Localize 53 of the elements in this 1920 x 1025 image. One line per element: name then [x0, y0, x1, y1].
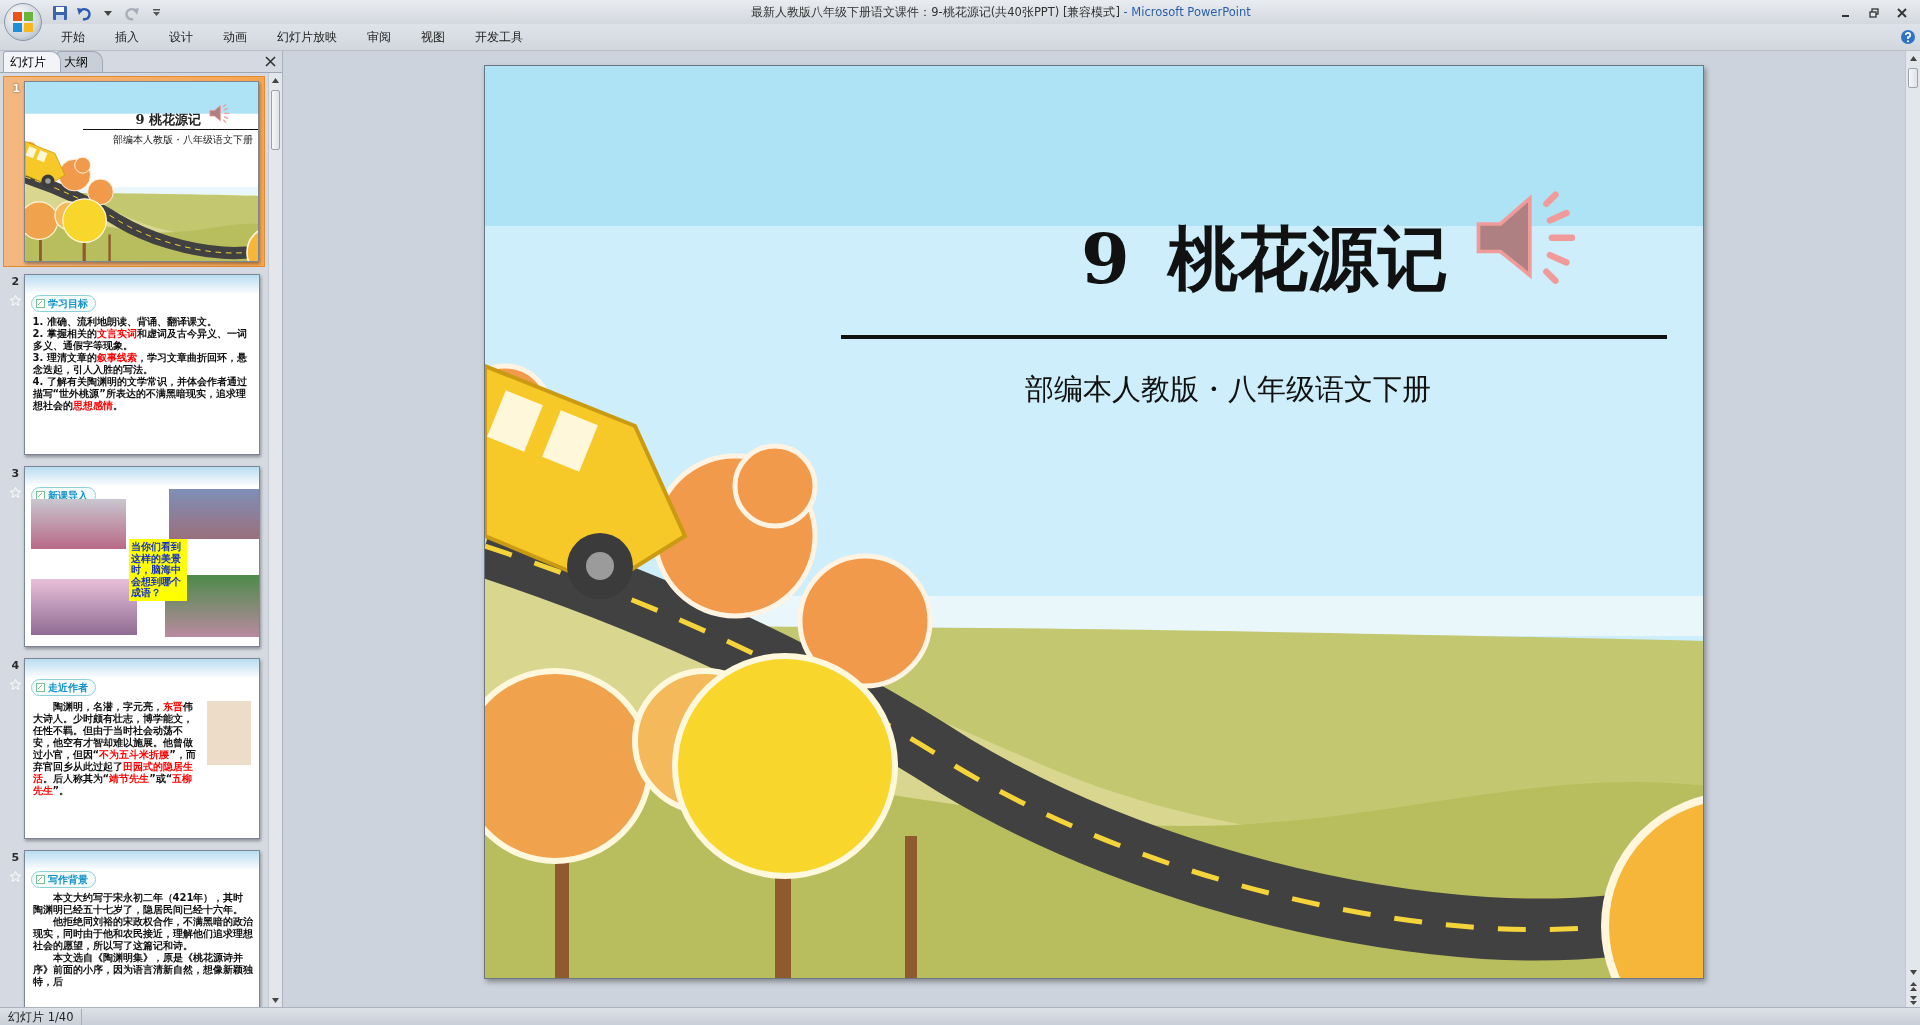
ribbon-tab[interactable]: 动画 — [214, 26, 256, 48]
scroll-down-arrow-icon[interactable] — [272, 997, 279, 1003]
objective-text: 2. 掌握相关的文言实词和虚词及古今异义、一词多义、通假字等现象。 — [32, 328, 248, 352]
ribbon-tab[interactable]: 审阅 — [358, 26, 400, 48]
status-bar-text: 幻灯片 1/40 — [0, 1008, 83, 1025]
thumbnail-scrollbar[interactable] — [268, 73, 282, 1007]
pane-tab[interactable]: 大纲 — [57, 51, 103, 72]
slide-title: 9 桃花源记 — [1080, 216, 1448, 302]
slide-heading: 走近作者 — [30, 679, 96, 696]
vertical-scrollbar[interactable] — [1905, 51, 1920, 1007]
slide-heading: 学习目标 — [30, 295, 96, 312]
scroll-up-arrow-icon[interactable] — [1909, 55, 1917, 61]
objective-text: 3. 理清文章的叙事线索，学习文章曲折回环，悬念迭起，引人入胜的写法。 — [32, 352, 248, 376]
slide-number: 5 — [11, 850, 20, 866]
slide-number: 3 — [11, 466, 20, 482]
author-text: 陶渊明，名潜，字元亮，东晋伟大诗人。少时颇有壮志，博学能文，任性不羁。但由于当时社会动荡不安，他空有才智却难以施展。他曾做过小官，但因“不为五斗米折腰”，而弃官回乡从此过起了田园式的隐居生活。后人称其为“靖节先生”或“五柳先生”。 — [32, 701, 197, 797]
ribbon-tab[interactable]: 插入 — [106, 26, 148, 48]
scroll-thumb[interactable] — [1908, 68, 1918, 88]
scroll-thumb[interactable] — [271, 90, 280, 150]
slide-number: 2 — [11, 274, 20, 290]
office-button[interactable] — [4, 3, 42, 41]
ribbon-tab[interactable]: 开发工具 — [466, 26, 532, 48]
objective-text: 4. 了解有关陶渊明的文学常识，并体会作者通过描写“世外桃源”所表达的不满黑暗现实，追求理想社会的思想感情。 — [32, 376, 248, 412]
next-slide-icon[interactable] — [1909, 995, 1917, 1005]
portrait-placeholder — [207, 701, 251, 765]
ribbon-tab[interactable]: 开始 — [52, 26, 94, 48]
slide-heading: 写作背景 — [30, 871, 96, 888]
scroll-up-arrow-icon[interactable] — [272, 77, 279, 83]
ribbon-tab[interactable]: 幻灯片放映 — [268, 26, 346, 48]
slide-subtitle: 部编本人教版・八年级语文下册 — [1025, 371, 1431, 408]
callout-text: 当你们看到这样的美景时，脑海中会想到哪个成语？ — [128, 539, 187, 601]
office-logo-icon — [11, 10, 35, 34]
ribbon-tab[interactable]: 设计 — [160, 26, 202, 48]
app-name: - Microsoft PowerPoint — [1123, 5, 1251, 19]
slide-thumbnail-item[interactable]: 1 9 桃花源记 部编本人教版・八年级语文下册 — [3, 76, 265, 267]
thumbnail-subtitle: 部编本人教版・八年级语文下册 — [113, 133, 254, 147]
thumbnail-title: 9 桃花源记 — [135, 111, 202, 129]
window-title: 最新人教版八年级下册语文课件：9-桃花源记(共40张PPT) [兼容模式] — [751, 5, 1120, 19]
slide-number: 1 — [12, 81, 21, 97]
note-icon — [35, 683, 45, 692]
scroll-down-arrow-icon[interactable] — [1909, 969, 1917, 975]
pane-tab[interactable]: 幻灯片 — [3, 51, 61, 72]
paragraph-text: 本文大约写于宋永初二年（421年），其时陶渊明已经五十七岁了，隐居民间已经十六年。 — [32, 892, 245, 916]
ribbon-tab[interactable]: 视图 — [412, 26, 454, 48]
previous-slide-icon[interactable] — [1909, 981, 1917, 991]
paragraph-text: 他拒绝同刘裕的宋政权合作，不满黑暗的政治现实，同时由于他和农民接近，理解他们追求理想社会的愿望，所以写了这篇记和诗。 — [32, 916, 253, 952]
slide-number: 4 — [11, 658, 20, 674]
note-icon — [35, 875, 45, 884]
help-icon[interactable] — [1900, 29, 1916, 45]
objective-text: 1. 准确、流利地朗读、背诵、翻译课文。 — [32, 316, 218, 328]
paragraph-text: 本文选自《陶渊明集》，原是《桃花源诗并序》前面的小序，因为语言清新自然，想像新颖独特，后 — [32, 952, 253, 988]
note-icon — [35, 299, 45, 308]
speaker-icon — [209, 104, 232, 123]
